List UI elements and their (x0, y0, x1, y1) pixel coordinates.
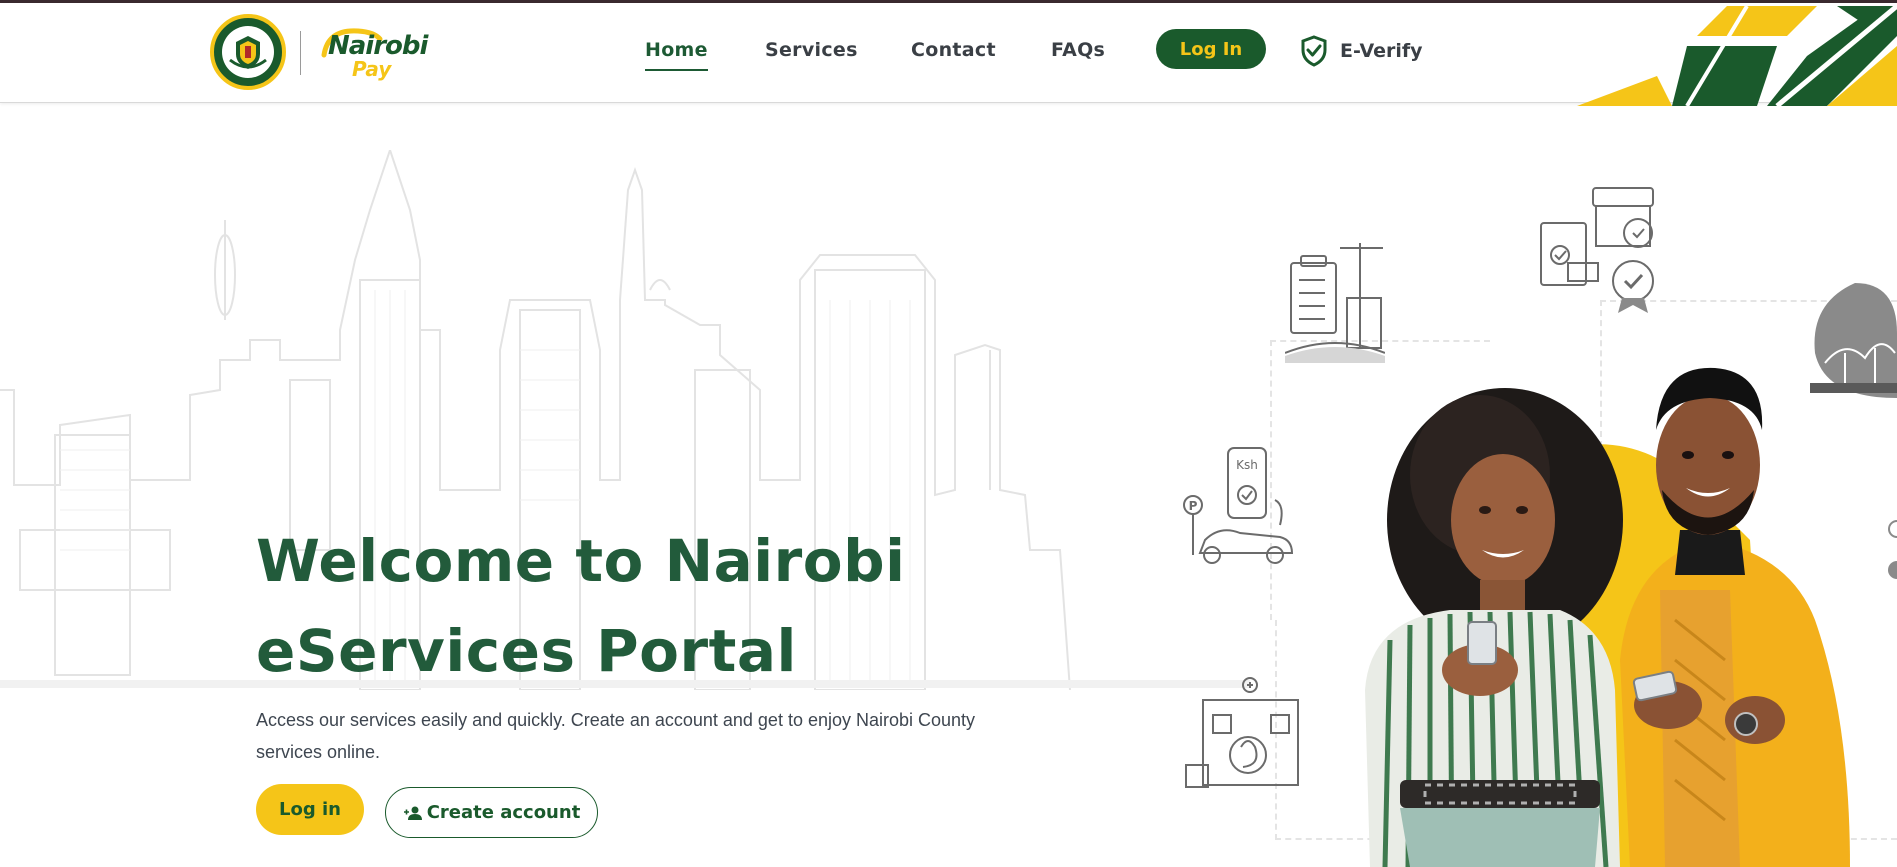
hero-title-line-1: Welcome to Nairobi (256, 527, 906, 595)
nav-faqs-link[interactable]: FAQs (1051, 39, 1105, 61)
payment-currency-label: Ksh (1236, 458, 1258, 472)
everify-link[interactable]: E-Verify (1300, 35, 1423, 67)
smiling-people-with-phones-image (1365, 367, 1850, 867)
nav-home-link[interactable]: Home (645, 39, 708, 71)
health-services-illustration (1185, 677, 1299, 788)
everify-label: E-Verify (1340, 40, 1423, 62)
construction-permit-illustration (1285, 243, 1385, 363)
hero-title-line-2: eServices Portal (256, 617, 797, 685)
header-login-button[interactable]: Log In (1156, 29, 1266, 69)
create-account-label: Create account (426, 802, 581, 823)
nav-services-link[interactable]: Services (765, 39, 858, 61)
hero-title: Welcome to Nairobi eServices Portal (256, 516, 1016, 696)
county-seal-icon[interactable] (210, 14, 286, 90)
hero-description: Access our services easily and quickly. … (256, 710, 976, 762)
logo-divider (300, 31, 301, 75)
business-license-illustration (1540, 187, 1654, 313)
corner-decoration (1577, 6, 1897, 106)
parking-label: P (1189, 499, 1198, 513)
hero-login-button[interactable]: Log in (256, 784, 364, 835)
site-header: Nairobi Pay Home Services Contact FAQs L… (0, 3, 1897, 106)
nairobi-pay-logo[interactable]: Nairobi Pay (318, 25, 428, 85)
logo-brand-bottom: Pay (352, 57, 392, 81)
user-plus-icon (403, 806, 422, 820)
create-account-button[interactable]: Create account (385, 787, 598, 838)
shield-check-icon (1301, 35, 1327, 67)
nav-contact-link[interactable]: Contact (911, 39, 996, 61)
mobile-payment-illustration: Ksh P (1183, 447, 1294, 564)
